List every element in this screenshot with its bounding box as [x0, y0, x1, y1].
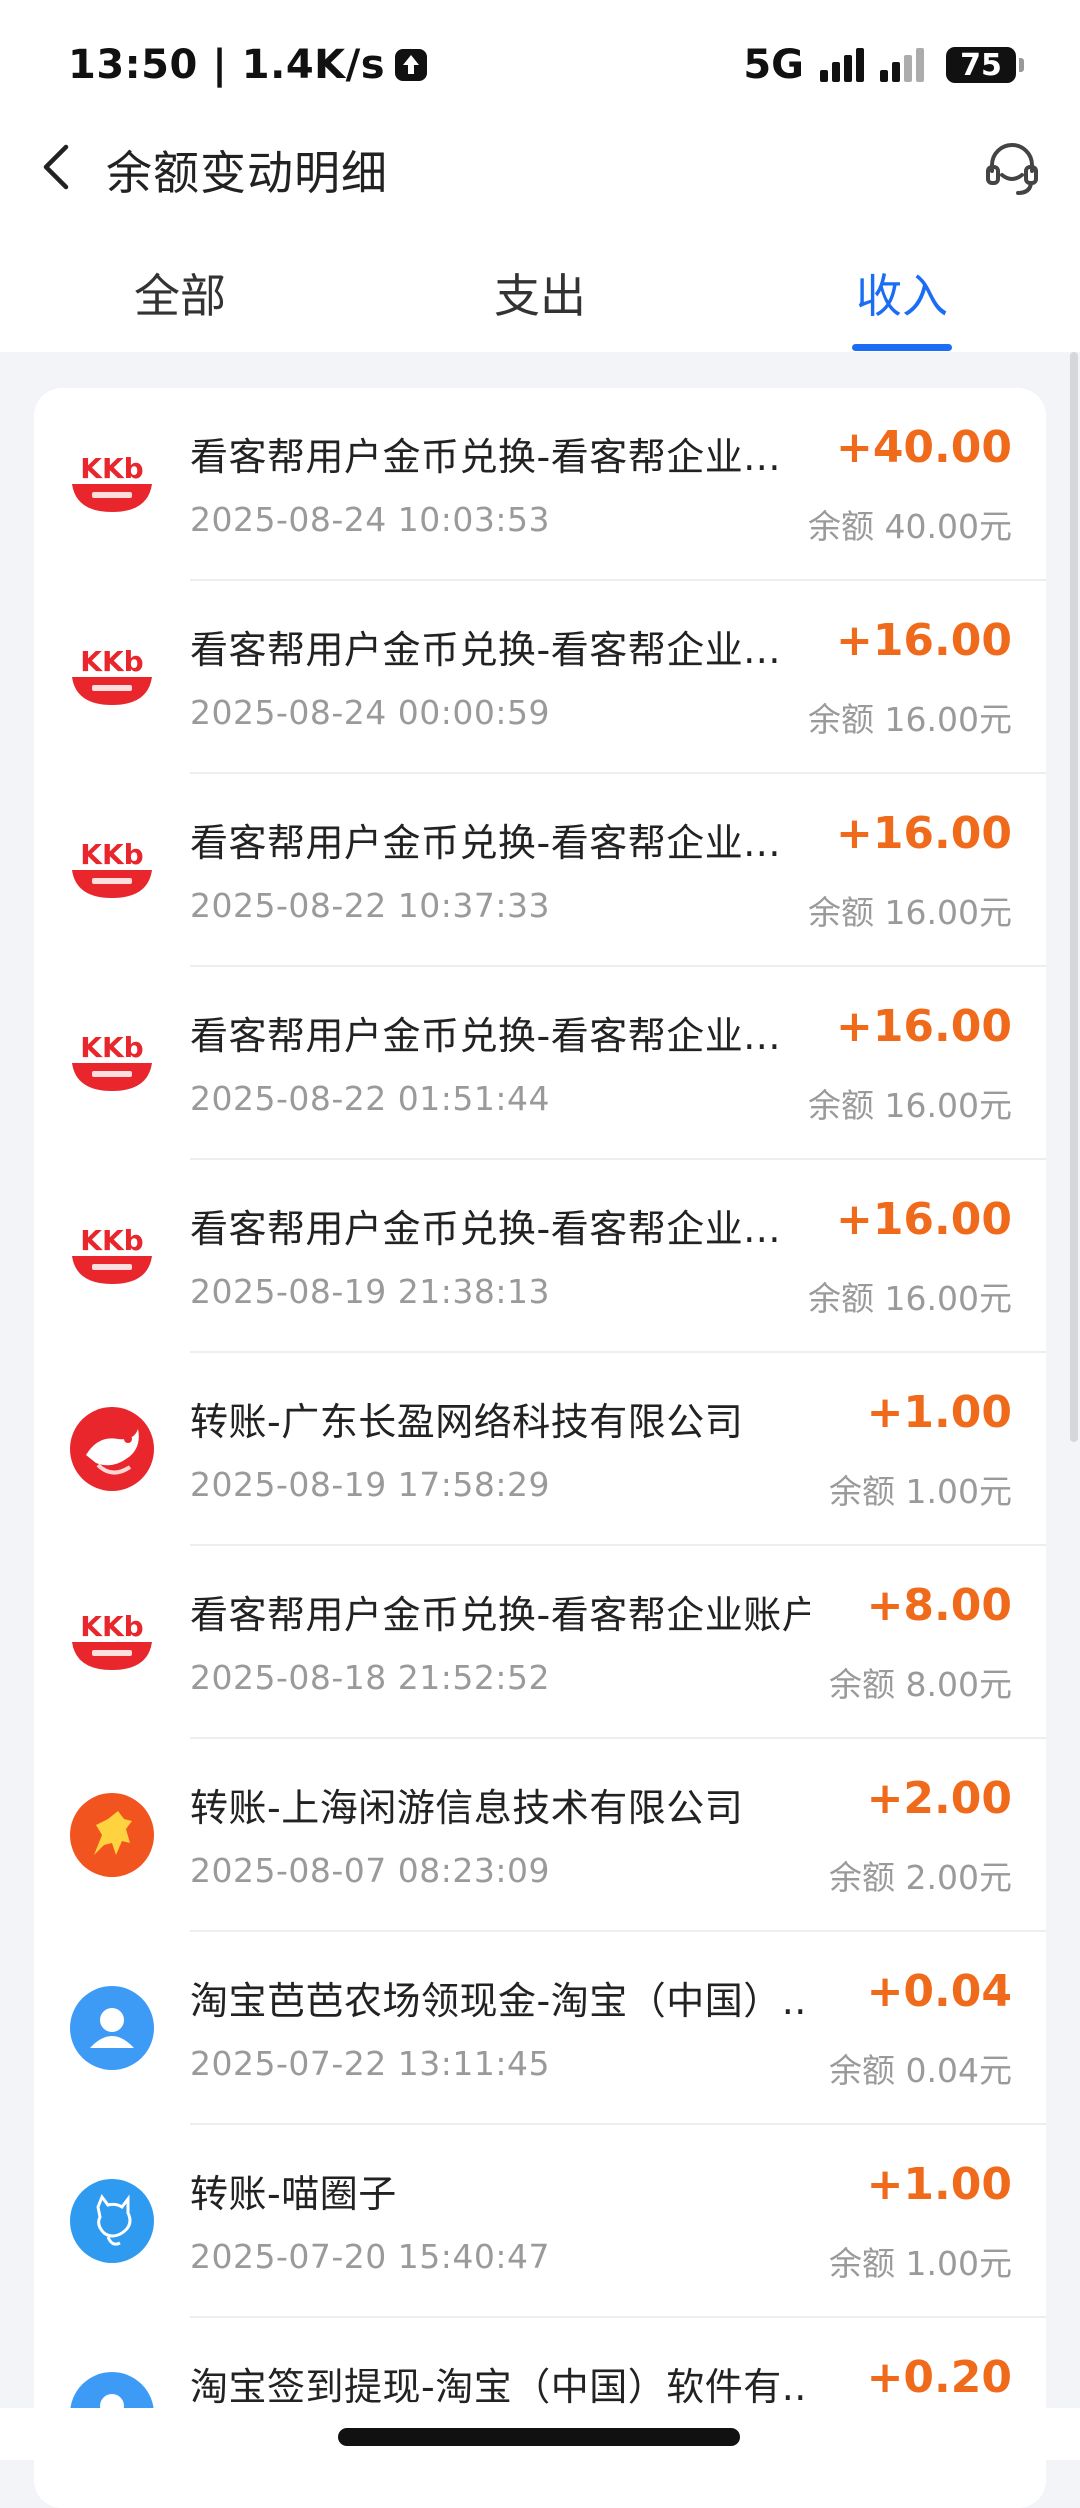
record-time: 2025-07-22 13:11:45: [190, 2044, 550, 2083]
record-amount: +2.00: [866, 1773, 1012, 1824]
record-balance: 余额 16.00元: [808, 893, 1012, 932]
record-balance: 余额 0.04元: [829, 2051, 1012, 2090]
record-amount: +16.00: [835, 615, 1012, 666]
battery-icon: 75: [946, 47, 1024, 83]
list-item[interactable]: 转账-上海闲游信息技术有限公司 2025-08-07 08:23:09 +2.0…: [34, 1739, 1046, 1932]
record-time: 2025-08-22 01:51:44: [190, 1079, 550, 1118]
svg-text:KKb: KKb: [80, 1610, 143, 1643]
record-time: 2025-08-24 10:03:53: [190, 500, 550, 539]
headset-icon[interactable]: [980, 137, 1044, 201]
battery-level: 75: [960, 47, 1002, 83]
kkb-logo-icon: KKb: [72, 1031, 152, 1091]
tab-bar: 全部 支出 收入: [0, 248, 1080, 352]
kkb-logo-icon: KKb: [72, 452, 152, 512]
time-speed: 13:50 | 1.4K/s: [68, 42, 386, 88]
record-title: 淘宝签到提现-淘宝（中国）软件有...: [190, 2365, 810, 2409]
list-item[interactable]: KKb 看客帮用户金币兑换-看客帮企业... 2025-08-22 01:51:…: [34, 967, 1046, 1160]
record-title: 转账-喵圈子: [190, 2172, 397, 2216]
tab-income[interactable]: 收入: [856, 260, 948, 326]
record-balance: 余额 16.00元: [808, 1086, 1012, 1125]
record-balance: 余额 8.00元: [829, 1665, 1012, 1704]
record-time: 2025-08-18 21:52:52: [190, 1658, 550, 1697]
list-item[interactable]: KKb 看客帮用户金币兑换-看客帮企业账户 2025-08-18 21:52:5…: [34, 1546, 1046, 1739]
svg-text:KKb: KKb: [80, 1031, 143, 1064]
record-title: 看客帮用户金币兑换-看客帮企业账户: [190, 1593, 810, 1637]
home-indicator[interactable]: [338, 2428, 740, 2446]
list-item[interactable]: 转账-喵圈子 2025-07-20 15:40:47 +1.00 余额 1.00…: [34, 2125, 1046, 2318]
records-list: KKb 看客帮用户金币兑换-看客帮企业... 2025-08-24 10:03:…: [34, 388, 1046, 2508]
record-time: 2025-08-22 10:37:33: [190, 886, 550, 925]
horse-logo-icon: [70, 1793, 154, 1877]
bird-logo-icon: [70, 1407, 154, 1491]
svg-text:KKb: KKb: [80, 1224, 143, 1257]
svg-text:KKb: KKb: [80, 838, 143, 871]
record-amount: +0.20: [866, 2352, 1012, 2403]
list-item[interactable]: 淘宝芭芭农场领现金-淘宝（中国）... 2025-07-22 13:11:45 …: [34, 1932, 1046, 2125]
record-balance: 余额 2.00元: [829, 1858, 1012, 1897]
svg-text:KKb: KKb: [80, 452, 143, 485]
record-title: 看客帮用户金币兑换-看客帮企业...: [190, 1207, 781, 1251]
record-time: 2025-08-19 21:38:13: [190, 1272, 550, 1311]
scrollbar[interactable]: [1070, 352, 1078, 1442]
kkb-logo-icon: KKb: [72, 645, 152, 705]
list-item[interactable]: KKb 看客帮用户金币兑换-看客帮企业... 2025-08-24 00:00:…: [34, 581, 1046, 774]
record-balance: 余额 16.00元: [808, 700, 1012, 739]
list-item[interactable]: KKb 看客帮用户金币兑换-看客帮企业... 2025-08-24 10:03:…: [34, 388, 1046, 581]
record-balance: 余额 40.00元: [808, 507, 1012, 546]
record-amount: +40.00: [835, 422, 1012, 473]
user-avatar-icon: [70, 1986, 154, 2070]
status-left: 13:50 | 1.4K/s: [68, 42, 428, 88]
record-balance: 余额 1.00元: [829, 1472, 1012, 1511]
page-title: 余额变动明细: [106, 146, 388, 200]
svg-text:KKb: KKb: [80, 645, 143, 678]
status-bar: 13:50 | 1.4K/s 5G 75: [0, 30, 1080, 110]
kkb-logo-icon: KKb: [72, 1224, 152, 1284]
record-amount: +1.00: [866, 2159, 1012, 2210]
signal-icon: [820, 48, 864, 82]
record-amount: +16.00: [835, 1001, 1012, 1052]
record-title: 转账-上海闲游信息技术有限公司: [190, 1786, 744, 1830]
record-amount: +16.00: [835, 1194, 1012, 1245]
record-title: 转账-广东长盈网络科技有限公司: [190, 1400, 744, 1444]
record-time: 2025-08-24 00:00:59: [190, 693, 550, 732]
record-amount: +8.00: [866, 1580, 1012, 1631]
tab-all[interactable]: 全部: [134, 260, 226, 326]
network-type: 5G: [743, 42, 804, 88]
record-amount: +0.04: [866, 1966, 1012, 2017]
record-time: 2025-08-19 17:58:29: [190, 1465, 550, 1504]
record-title: 看客帮用户金币兑换-看客帮企业...: [190, 821, 781, 865]
cat-logo-icon: [70, 2179, 154, 2263]
record-title: 看客帮用户金币兑换-看客帮企业...: [190, 628, 781, 672]
record-title: 看客帮用户金币兑换-看客帮企业...: [190, 435, 781, 479]
kkb-logo-icon: KKb: [72, 838, 152, 898]
chevron-left-icon[interactable]: [30, 137, 90, 197]
tab-expense[interactable]: 支出: [494, 260, 586, 326]
list-item[interactable]: KKb 看客帮用户金币兑换-看客帮企业... 2025-08-22 10:37:…: [34, 774, 1046, 967]
signal-icon: [880, 48, 924, 82]
list-item[interactable]: KKb 看客帮用户金币兑换-看客帮企业... 2025-08-19 21:38:…: [34, 1160, 1046, 1353]
record-amount: +16.00: [835, 808, 1012, 859]
list-item[interactable]: 转账-广东长盈网络科技有限公司 2025-08-19 17:58:29 +1.0…: [34, 1353, 1046, 1546]
kkb-logo-icon: KKb: [72, 1610, 152, 1670]
record-title: 淘宝芭芭农场领现金-淘宝（中国）...: [190, 1979, 810, 2023]
record-title: 看客帮用户金币兑换-看客帮企业...: [190, 1014, 781, 1058]
record-balance: 余额 1.00元: [829, 2244, 1012, 2283]
status-right: 5G 75: [743, 42, 1024, 88]
header: 余额变动明细: [0, 115, 1080, 215]
record-time: 2025-07-20 15:40:47: [190, 2237, 550, 2276]
record-time: 2025-08-07 08:23:09: [190, 1851, 550, 1890]
record-amount: +1.00: [866, 1387, 1012, 1438]
upload-icon: [395, 49, 428, 81]
record-balance: 余额 16.00元: [808, 1279, 1012, 1318]
active-tab-indicator: [852, 344, 952, 351]
